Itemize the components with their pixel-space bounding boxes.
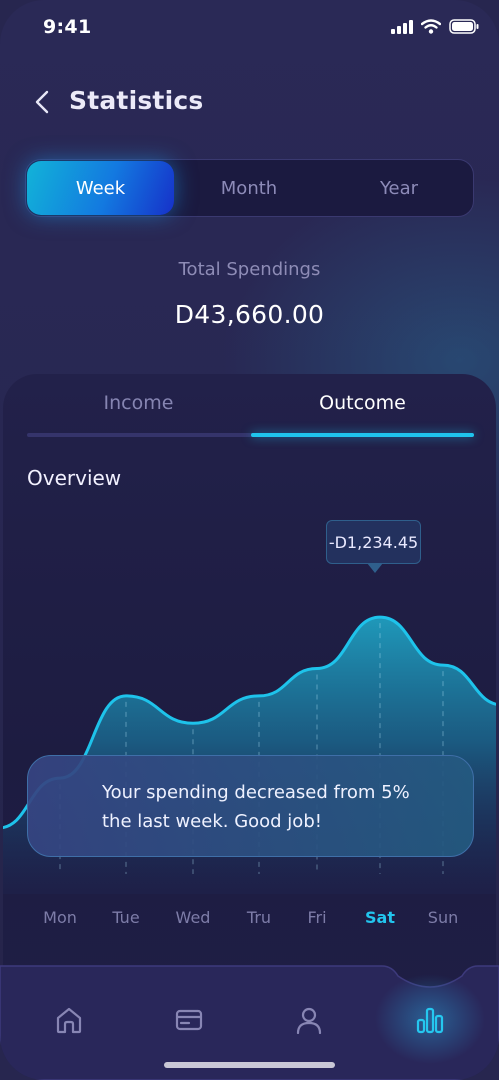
home-indicator[interactable]	[164, 1062, 335, 1068]
signal-icon	[391, 19, 413, 34]
card-icon	[175, 1009, 203, 1031]
chart-x-axis-labels: Mon Tue Wed Tru Fri Sat Sun	[3, 908, 496, 938]
nav-statistics[interactable]	[410, 1000, 450, 1040]
flow-tabs: Income Outcome	[27, 392, 474, 438]
day-label-wed[interactable]: Wed	[176, 908, 211, 927]
chart-tooltip: -D1,234.45	[326, 520, 421, 564]
chevron-left-icon	[35, 90, 49, 114]
tab-active-indicator	[251, 433, 474, 437]
profile-icon	[296, 1007, 322, 1034]
status-bar: 9:41	[0, 0, 499, 58]
day-label-sun[interactable]: Sun	[428, 908, 458, 927]
tab-year[interactable]: Year	[324, 160, 474, 216]
page-title: Statistics	[69, 86, 204, 115]
overview-title: Overview	[27, 466, 122, 490]
day-label-sat[interactable]: Sat	[365, 908, 395, 927]
statistics-screen: 9:41 Statistics Week Month Year Total Sp…	[0, 0, 499, 1080]
bar-chart-icon	[416, 1007, 444, 1034]
notice-text: Your spending decreased from 5% the last…	[102, 782, 410, 832]
statistics-card: Income Outcome Overview -D1,234.45 Your …	[3, 374, 496, 1014]
wifi-icon	[421, 19, 441, 34]
period-segmented-control: Week Month Year	[25, 159, 474, 217]
day-label-fri[interactable]: Fri	[307, 908, 326, 927]
tab-month[interactable]: Month	[174, 160, 324, 216]
nav-home[interactable]	[49, 1000, 89, 1040]
day-label-tru[interactable]: Tru	[247, 908, 271, 927]
day-label-tue[interactable]: Tue	[112, 908, 139, 927]
chart-tooltip-pointer	[367, 563, 383, 573]
total-spendings-label: Total Spendings	[178, 259, 321, 280]
total-spendings-value: D43,660.00	[174, 300, 325, 329]
tab-outcome[interactable]: Outcome	[251, 392, 474, 420]
back-button[interactable]	[28, 86, 56, 118]
nav-profile[interactable]	[289, 1000, 329, 1040]
spending-notice: Your spending decreased from 5% the last…	[27, 755, 474, 857]
home-icon	[56, 1007, 82, 1034]
status-icons	[391, 19, 479, 34]
nav-cards[interactable]	[169, 1000, 209, 1040]
status-time: 9:41	[43, 16, 92, 38]
day-label-mon[interactable]: Mon	[43, 908, 77, 927]
battery-icon	[449, 19, 479, 34]
tab-week[interactable]: Week	[27, 161, 174, 215]
tab-income[interactable]: Income	[27, 392, 250, 420]
